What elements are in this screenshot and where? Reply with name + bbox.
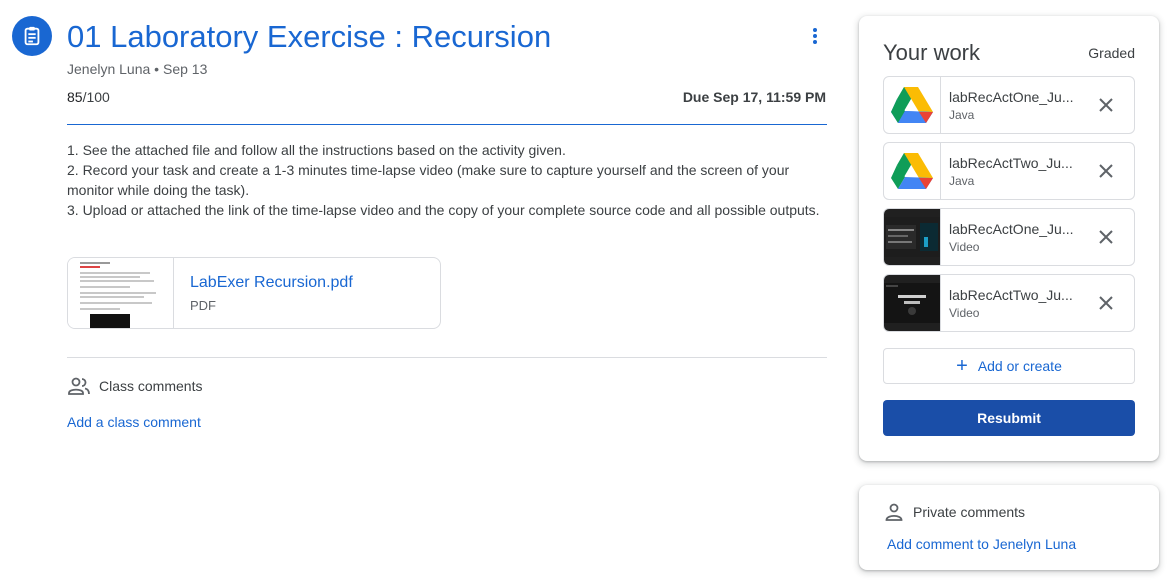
work-file-item[interactable]: labRecActTwo_Ju... Video [883, 274, 1135, 332]
work-file-item[interactable]: labRecActTwo_Ju... Java [883, 142, 1135, 200]
header-divider [67, 124, 827, 125]
page-title: 01 Laboratory Exercise : Recursion [67, 19, 552, 54]
close-icon [1099, 230, 1113, 244]
assignment-meta: Jenelyn Luna • Sep 13 [67, 61, 207, 77]
instruction-line: 1. See the attached file and follow all … [67, 142, 566, 158]
points-earned: 85 [67, 89, 83, 105]
file-name: labRecActTwo_Ju... [949, 286, 1073, 303]
due-date: Due Sep 17, 11:59 PM [682, 89, 826, 105]
add-private-comment-link[interactable]: Add comment to Jenelyn Luna [887, 536, 1076, 552]
attachment-card[interactable]: LabExer Recursion.pdf PDF [67, 257, 441, 329]
work-file-item[interactable]: labRecActOne_Ju... Video [883, 208, 1135, 266]
more-vert-icon [813, 28, 817, 44]
your-work-card: Your work Graded labRecActOne_Ju... Java [859, 16, 1159, 461]
instruction-line: 3. Upload or attached the link of the ti… [67, 202, 820, 218]
status-badge: Graded [1088, 45, 1135, 61]
more-options-button[interactable] [801, 22, 829, 50]
instructions: 1. See the attached file and follow all … [67, 140, 827, 220]
close-icon [1099, 296, 1113, 310]
instruction-line: 2. Record your task and create a 1-3 min… [67, 162, 790, 198]
resubmit-button[interactable]: Resubmit [883, 400, 1135, 436]
your-work-title: Your work [883, 40, 981, 65]
attachment-name: LabExer Recursion.pdf [190, 274, 353, 291]
people-icon [68, 377, 90, 395]
file-name: labRecActTwo_Ju... [949, 154, 1073, 171]
google-drive-icon [884, 77, 941, 133]
video-thumbnail [884, 275, 941, 331]
file-name: labRecActOne_Ju... [949, 220, 1074, 237]
remove-file-button[interactable] [1086, 151, 1126, 191]
pdf-thumbnail [68, 258, 174, 328]
close-icon [1099, 98, 1113, 112]
private-comments-label: Private comments [913, 504, 1026, 520]
remove-file-button[interactable] [1086, 217, 1126, 257]
person-icon [885, 503, 903, 521]
points: 85/100 [67, 89, 110, 105]
file-name: labRecActOne_Ju... [949, 88, 1074, 105]
meta-separator: • [150, 61, 163, 77]
add-or-create-label: Add or create [977, 358, 1062, 374]
file-type: Java [949, 173, 975, 188]
private-comments-card: Private comments Add comment to Jenelyn … [859, 485, 1159, 570]
class-comments-header: Class comments [67, 376, 202, 396]
close-icon [1099, 164, 1113, 178]
plus-icon: + [956, 355, 968, 377]
remove-file-button[interactable] [1086, 85, 1126, 125]
file-type: Video [949, 305, 980, 320]
file-type: Video [949, 239, 980, 254]
posted-date: Sep 13 [162, 61, 208, 77]
file-type: Java [949, 107, 975, 122]
comments-divider [67, 357, 827, 358]
private-comments-header: Private comments [885, 503, 1025, 521]
google-drive-icon [884, 143, 941, 199]
attachment-type: PDF [190, 298, 216, 313]
author-name: Jenelyn Luna [67, 61, 151, 77]
points-total: /100 [82, 89, 110, 105]
assignment-icon [12, 16, 52, 56]
class-comments-label: Class comments [99, 378, 203, 394]
add-or-create-button[interactable]: + Add or create [883, 348, 1135, 384]
work-file-item[interactable]: labRecActOne_Ju... Java [883, 76, 1135, 134]
add-class-comment-link[interactable]: Add a class comment [67, 414, 201, 430]
remove-file-button[interactable] [1086, 283, 1126, 323]
video-thumbnail [884, 209, 941, 265]
